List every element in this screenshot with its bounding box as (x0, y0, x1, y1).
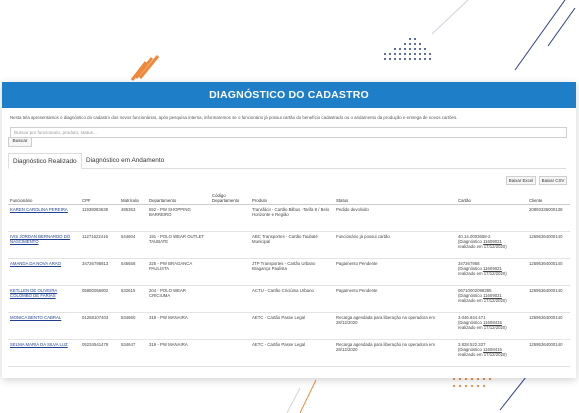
tab-diagnostico-realizado[interactable]: Diagnóstico Realizado (8, 153, 82, 169)
table-row: KAREN CAROLINA PEREIRA 11938083639 485353 5… (8, 204, 570, 232)
search-input[interactable] (10, 127, 567, 138)
cell-status: Recarga agendada para liberação na opera… (334, 339, 456, 367)
cell-cliente: 12595364000140 (527, 312, 570, 340)
cell-cartao: 3.046.844.471 (Diagnóstico 11608415 realiz… (456, 312, 527, 340)
employee-name-link[interactable]: KAREN CAROLINA PEREIRA (8, 204, 80, 232)
cell-cpf: 05880056902 (80, 285, 119, 313)
cell-cpf: 34726795813 (80, 258, 119, 286)
cell-status: Recarga agendada para liberação na opera… (334, 312, 456, 340)
table-row: AMANDA DA NOVA ARAO 34726795813 545658 325 … (8, 258, 570, 286)
cell-cliente: 20893336000138 (527, 204, 570, 232)
cell-matricula: 534647 (119, 339, 147, 367)
cell-cartao: 3.828.522.327 (Diagnóstico 11608415 realiz… (456, 339, 527, 367)
diagnostico-code-link[interactable]: 11609021 (483, 239, 502, 244)
diagnostico-date: realizado em 17/12/2020) (458, 270, 507, 276)
cell-departamento: 204 - POLO WEAR CRICIUMA (147, 285, 210, 313)
cell-matricula: 485353 (119, 204, 147, 232)
cell-cartao (456, 204, 527, 232)
cell-cpf: 11938083639 (80, 204, 119, 232)
cell-codigo (210, 285, 250, 313)
employee-name-link[interactable]: IVIS JORDAN BERNARDO DO NASCIMENTO (8, 231, 80, 259)
diagnostico-prefix: (Diagnóstico (458, 346, 484, 352)
cell-codigo (210, 204, 250, 232)
cell-cliente: 12595364000140 (527, 339, 570, 367)
cell-matricula: 532615 (119, 285, 147, 313)
diagnostico-code-link[interactable]: 11608415 (483, 320, 502, 325)
column-header: Matrícula (119, 190, 147, 205)
table-row: SELMA MARIA DA SILVA LUZ 05234541479 53464… (8, 339, 570, 367)
employee-name-link[interactable]: AMANDA DA NOVA ARAO (8, 258, 80, 286)
cell-departamento: 191 - POLO WEAR OUTLET TAUBATE (147, 231, 210, 259)
cell-departamento: 325 - PW BRAGANCA PAULISTA (147, 258, 210, 286)
cell-cliente: 12595364000140 (527, 231, 570, 259)
diagnostico-table: Funcionário CPF Matrícula Departamento C… (8, 190, 570, 367)
column-header: Funcionário (8, 190, 80, 205)
employee-name-link[interactable]: SELMA MARIA DA SILVA LUZ (8, 339, 80, 367)
diagnostico-code-link[interactable]: 11608415 (483, 347, 502, 352)
table-row: KETLLEN DE OLIVEIRA COLOMBO DE FARIAS 058… (8, 285, 570, 313)
cell-departamento: 319 - PW MANAIRA (147, 312, 210, 340)
diagnostico-date: realizado em 17/12/2020) (458, 243, 507, 249)
table-header-row: Funcionário CPF Matrícula Departamento C… (8, 190, 570, 205)
diagnostico-date: realizado em 17/12/2020) (458, 324, 507, 330)
cell-cpf: 11271622416 (80, 231, 119, 259)
cell-produto: ACTU - Cartão Criciúma Urbano (250, 285, 334, 313)
intro-text: Nesta tela apresentamos o diagnóstico do… (10, 115, 458, 120)
diagnostico-prefix: (Diagnóstico (458, 265, 484, 271)
cell-codigo (210, 258, 250, 286)
cell-cliente: 12595364000140 (527, 258, 570, 286)
cell-status: Pagamento Pendente (334, 285, 456, 313)
column-header: CPF (80, 190, 119, 205)
cell-departamento: 552 - PW SHOPPING BARREIRO (147, 204, 210, 232)
column-header: Departamento (147, 190, 210, 205)
cell-codigo (210, 312, 250, 340)
column-header: Produto (250, 190, 334, 205)
diagnostico-prefix: (Diagnóstico (458, 319, 484, 325)
cell-cpf: 01268107403 (80, 312, 119, 340)
column-header: Cliente (527, 190, 570, 205)
column-header: Cartão (456, 190, 527, 205)
table-row: MONICA BENTO CABRAL 01268107403 534660 319 … (8, 312, 570, 340)
cell-status: Funcionário já possui cartão (334, 231, 456, 259)
cell-produto: ABC Transportes - Cartão Taubaté Municip… (250, 231, 334, 259)
column-header: Status (334, 190, 456, 205)
cell-matricula: 534660 (119, 312, 147, 340)
cell-codigo (210, 339, 250, 367)
download-csv-button[interactable]: Baixar CSV (539, 176, 567, 185)
employee-name-link[interactable]: MONICA BENTO CABRAL (8, 312, 80, 340)
cell-matricula: 545658 (119, 258, 147, 286)
employee-name-link[interactable]: KETLLEN DE OLIVEIRA COLOMBO DE FARIAS (8, 285, 80, 313)
tab-bar: Diagnóstico Realizado Diagnóstico em And… (8, 153, 566, 169)
cell-produto: TransfáciI - Cartão Bilbus -Tarifa 8 / B… (250, 204, 334, 232)
cell-produto: JTP Transportes - Cartão Urbano Bragança… (250, 258, 334, 286)
decorative-dots-navy (384, 38, 431, 60)
diagnostico-prefix: (Diagnóstico (458, 292, 484, 298)
cell-cartao: 40.14.0003658-2 (Diagnóstico 11609021 real… (456, 231, 527, 259)
tab-diagnostico-em-andamento[interactable]: Diagnóstico em Andamento (82, 153, 168, 169)
cell-produto: AETC - Cartão Passe Legal (250, 339, 334, 367)
cell-cartao: 347267958 (Diagnóstico 11609021 realizado … (456, 258, 527, 286)
cell-codigo (210, 231, 250, 259)
cell-departamento: 319 - PW MANAIRA (147, 339, 210, 367)
download-excel-button[interactable]: Baixar Excel (506, 176, 536, 185)
cell-status: Pagamento Pendente (334, 258, 456, 286)
search-button[interactable]: Buscar (8, 137, 32, 147)
diagnostico-prefix: (Diagnóstico (458, 238, 484, 244)
diagnostico-code-link[interactable]: 11609021 (483, 293, 502, 298)
cell-cpf: 05234541479 (80, 339, 119, 367)
cell-cartao: 06710002098395 (Diagnóstico 11609021 reali… (456, 285, 527, 313)
page-title: DIAGNÓSTICO DO CADASTRO (2, 82, 576, 108)
cell-matricula: 544604 (119, 231, 147, 259)
diagnostico-date: realizado em 17/12/2020) (458, 297, 507, 303)
cell-status: Pedido devolvido (334, 204, 456, 232)
diagnostico-code-link[interactable]: 11609021 (483, 266, 502, 271)
cell-produto: AETC - Cartão Passe Legal (250, 312, 334, 340)
cell-cliente: 12595364000140 (527, 285, 570, 313)
table-row: IVIS JORDAN BERNARDO DO NASCIMENTO 112716… (8, 231, 570, 259)
diagnostico-date: realizado em 17/12/2020) (458, 351, 507, 357)
column-header: Código Departamento (210, 190, 250, 205)
